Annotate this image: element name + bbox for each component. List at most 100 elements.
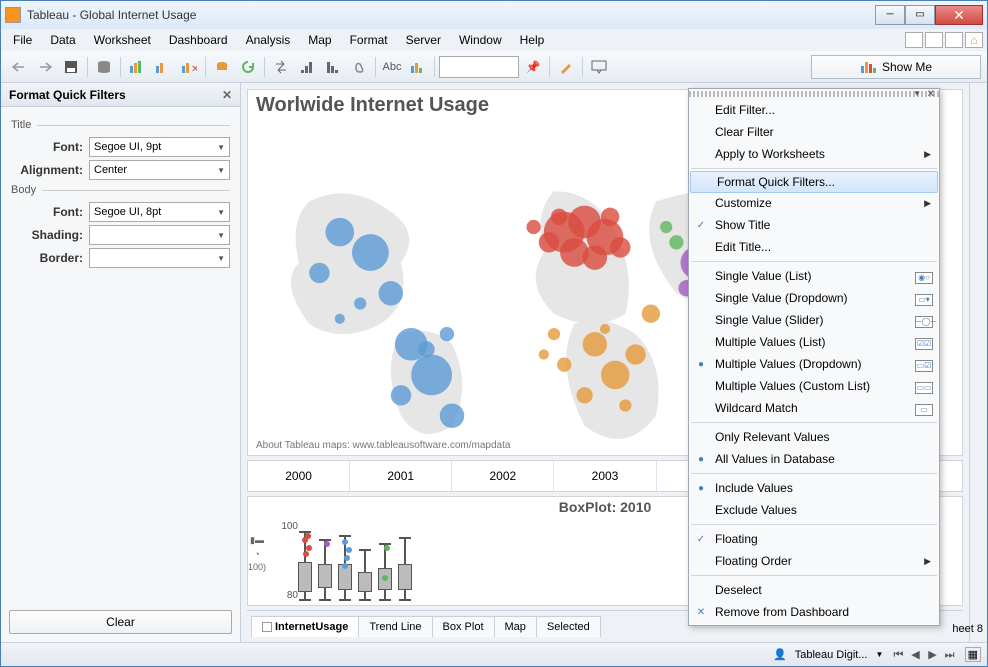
menu-window[interactable]: Window [451, 31, 510, 49]
wildcard-icon: ▭ [915, 404, 933, 416]
format-panel-title: Format Quick Filters [9, 88, 126, 102]
clear-sheet-button[interactable]: ✕ [177, 55, 201, 79]
menu-apply-worksheets[interactable]: Apply to Worksheets▶ [689, 143, 939, 165]
menu-deselect[interactable]: Deselect [689, 579, 939, 601]
show-me-label: Show Me [882, 60, 932, 74]
menu-analysis[interactable]: Analysis [238, 31, 299, 49]
close-icon[interactable]: ✕ [222, 88, 232, 102]
sort-desc-button[interactable] [321, 55, 345, 79]
menu-worksheet[interactable]: Worksheet [86, 31, 159, 49]
title-alignment-dropdown[interactable]: Center▼ [89, 160, 230, 180]
menu-exclude-values[interactable]: Exclude Values [689, 499, 939, 521]
layout-toggle-1[interactable] [905, 32, 923, 48]
nav-first[interactable]: ⏮ [891, 649, 905, 662]
menu-wildcard[interactable]: Wildcard Match▭ [689, 397, 939, 419]
menu-file[interactable]: File [5, 31, 40, 49]
attach-button[interactable] [347, 55, 371, 79]
menu-dashboard[interactable]: Dashboard [161, 31, 236, 49]
menu-edit-title[interactable]: Edit Title... [689, 236, 939, 258]
menu-mv-custom[interactable]: Multiple Values (Custom List)▭▭ [689, 375, 939, 397]
menu-remove-dashboard[interactable]: ✕Remove from Dashboard [689, 601, 939, 623]
menu-mv-dropdown[interactable]: ●Multiple Values (Dropdown)▭☑ [689, 353, 939, 375]
menu-customize[interactable]: Customize▶ [689, 192, 939, 214]
save-button[interactable] [59, 55, 83, 79]
menu-floating[interactable]: ✓Floating [689, 528, 939, 550]
section-title: Title [11, 119, 230, 131]
menu-clear-filter[interactable]: Clear Filter [689, 121, 939, 143]
year-2000[interactable]: 2000 [248, 461, 350, 491]
year-2002[interactable]: 2002 [452, 461, 554, 491]
font-label: Font: [11, 140, 89, 154]
tab-internetusage[interactable]: InternetUsage [251, 616, 359, 637]
menu-grip[interactable]: ▼✕ [689, 91, 939, 97]
menu-format-quick-filters[interactable]: Format Quick Filters... [690, 171, 938, 193]
slider-icon: ─◯─ [915, 316, 933, 328]
menu-map[interactable]: Map [300, 31, 339, 49]
layout-toggle-3[interactable] [945, 32, 963, 48]
menu-mv-list[interactable]: Multiple Values (List)☑☑ [689, 331, 939, 353]
menu-only-relevant[interactable]: Only Relevant Values [689, 426, 939, 448]
datasource-button[interactable] [92, 55, 116, 79]
fit-dropdown[interactable] [439, 56, 519, 78]
menu-format[interactable]: Format [342, 31, 396, 49]
connect-button[interactable] [210, 55, 234, 79]
year-2001[interactable]: 2001 [350, 461, 452, 491]
menu-sv-slider[interactable]: Single Value (Slider)─◯─ [689, 309, 939, 331]
menu-sv-dropdown[interactable]: Single Value (Dropdown)▭▾ [689, 287, 939, 309]
menu-data[interactable]: Data [42, 31, 83, 49]
nav-prev[interactable]: ◀ [908, 648, 922, 661]
boxplot-y-axis: 100 80 [266, 517, 302, 605]
menu-include-values[interactable]: ●Include Values [689, 477, 939, 499]
tab-overflow[interactable]: heet 8 [952, 623, 983, 635]
new-sheet-button[interactable] [125, 55, 149, 79]
app-icon [5, 7, 21, 23]
tab-list-icon[interactable]: ▦ [965, 647, 981, 662]
shading-dropdown[interactable]: ▼ [89, 225, 230, 245]
title-font-dropdown[interactable]: Segoe UI, 9pt▼ [89, 137, 230, 157]
body-font-dropdown[interactable]: Segoe UI, 8pt▼ [89, 202, 230, 222]
present-button[interactable] [587, 55, 611, 79]
swap-button[interactable] [269, 55, 293, 79]
close-button[interactable]: ✕ [935, 5, 983, 25]
maximize-button[interactable]: ▭ [905, 5, 935, 25]
map-credit: About Tableau maps: www.tableausoftware.… [256, 440, 510, 451]
label-button[interactable]: Abc [380, 55, 404, 79]
menu-help[interactable]: Help [512, 31, 553, 49]
minimize-button[interactable]: ─ [875, 5, 905, 25]
svg-text:✕: ✕ [191, 64, 197, 74]
nav-next[interactable]: ▶ [926, 648, 940, 661]
format-panel: Format Quick Filters ✕ Title Font: Segoe… [1, 83, 241, 642]
sheet-nav: ⏮ ◀ ▶ ⏭ [891, 648, 956, 662]
tab-boxplot[interactable]: Box Plot [432, 616, 495, 637]
check-icon: ✓ [693, 220, 709, 231]
layout-toggle-2[interactable] [925, 32, 943, 48]
pin-button[interactable]: 📌 [521, 55, 545, 79]
nav-last[interactable]: ⏭ [943, 649, 957, 662]
user-label[interactable]: Tableau Digit... [795, 649, 868, 661]
radio-list-icon: ◉○ [915, 272, 933, 284]
menu-all-db[interactable]: ●All Values in Database [689, 448, 939, 470]
clear-button[interactable]: Clear [9, 610, 232, 634]
tab-map[interactable]: Map [494, 616, 537, 637]
duplicate-sheet-button[interactable] [151, 55, 175, 79]
show-me-button[interactable]: Show Me [811, 55, 981, 79]
bullet-icon: ● [693, 483, 709, 494]
tab-selected[interactable]: Selected [536, 616, 601, 637]
redo-button[interactable] [33, 55, 57, 79]
refresh-button[interactable] [236, 55, 260, 79]
dropdown-check-icon: ▭☑ [915, 360, 933, 372]
menu-sv-list[interactable]: Single Value (List)◉○ [689, 265, 939, 287]
check-list-icon: ☑☑ [915, 338, 933, 350]
undo-button[interactable] [7, 55, 31, 79]
highlight-button[interactable] [554, 55, 578, 79]
sort-asc-button[interactable] [295, 55, 319, 79]
year-2003[interactable]: 2003 [554, 461, 656, 491]
chart-type-button[interactable] [406, 55, 430, 79]
border-dropdown[interactable]: ▼ [89, 248, 230, 268]
menu-show-title[interactable]: ✓Show Title [689, 214, 939, 236]
menu-server[interactable]: Server [398, 31, 449, 49]
home-icon[interactable]: ⌂ [965, 32, 983, 48]
menu-floating-order[interactable]: Floating Order▶ [689, 550, 939, 572]
tab-trendline[interactable]: Trend Line [358, 616, 432, 637]
menu-edit-filter[interactable]: Edit Filter... [689, 99, 939, 121]
